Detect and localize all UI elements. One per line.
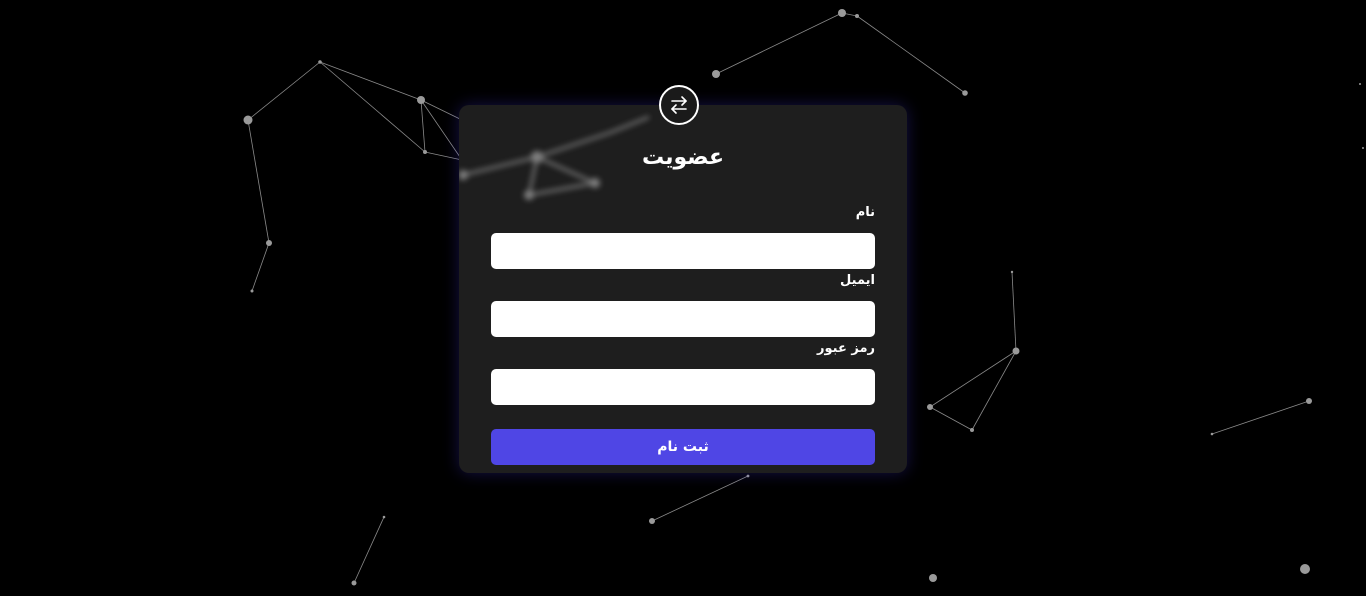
particle-dot (712, 70, 720, 78)
signup-card: عضویت نام ایمیل رمز عبور ثبت نام (459, 105, 907, 473)
particle-dot (1359, 83, 1361, 85)
particle-dot (1362, 147, 1364, 149)
particle-link (424, 151, 463, 161)
password-field[interactable] (491, 369, 875, 405)
particle-dot (962, 90, 968, 96)
particle-link (929, 406, 973, 431)
particle-dot (318, 60, 322, 64)
particle-dot (417, 96, 425, 104)
particle-dot (649, 518, 655, 524)
particle-dot (243, 115, 253, 125)
particle-dot (838, 9, 846, 17)
email-field[interactable] (491, 301, 875, 337)
particle-dot (1300, 564, 1310, 574)
particle-link (251, 242, 270, 292)
particle-dot (855, 14, 859, 18)
particle-link (247, 61, 321, 121)
name-label: نام (855, 205, 875, 220)
email-label: ایمیل (840, 273, 875, 288)
swap-toggle-button[interactable] (659, 85, 699, 125)
particle-dot (1210, 432, 1214, 436)
particle-dot (423, 150, 427, 154)
particle-link (651, 475, 749, 522)
particle-dot (382, 515, 386, 519)
particle-link (929, 350, 1017, 408)
page-title: عضویت (641, 145, 725, 170)
particle-dot (1306, 398, 1312, 404)
particle-link (1011, 271, 1017, 352)
name-field[interactable] (491, 233, 875, 269)
particle-link (420, 99, 463, 161)
particle-link (319, 61, 426, 153)
particle-dot (351, 580, 357, 586)
particle-dot (1010, 270, 1014, 274)
particle-link (353, 516, 385, 584)
particle-link (247, 119, 270, 244)
particle-link (1211, 400, 1310, 435)
particle-link (420, 99, 463, 121)
particle-dot (266, 240, 272, 246)
signup-submit-button[interactable]: ثبت نام (491, 429, 875, 465)
swap-arrows-icon (671, 96, 687, 114)
particle-link (971, 350, 1017, 431)
particle-link (856, 15, 966, 94)
particle-dot (929, 574, 937, 582)
particle-dot (927, 404, 933, 410)
password-label: رمز عبور (817, 341, 875, 356)
particle-dot (1012, 347, 1020, 355)
particle-dot (970, 428, 974, 432)
particle-link (715, 12, 843, 75)
particle-dot (746, 474, 750, 478)
particle-dot (250, 289, 254, 293)
particle-link (319, 61, 422, 101)
particle-link (420, 99, 426, 153)
